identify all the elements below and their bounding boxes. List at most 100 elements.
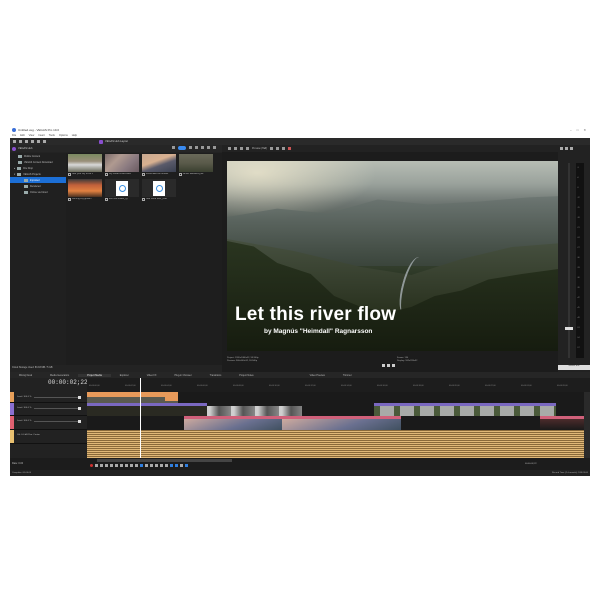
video-title-text: Let this river flow <box>235 304 397 325</box>
copy-snapshot-icon[interactable] <box>270 147 274 150</box>
tab-trimmer[interactable]: Trimmer <box>334 374 361 377</box>
split-icon[interactable] <box>240 147 243 150</box>
audio-clip[interactable] <box>331 430 584 458</box>
go-to-end-button[interactable] <box>125 464 128 467</box>
pause-button[interactable] <box>110 464 113 467</box>
split-tool[interactable] <box>155 464 158 467</box>
tab-project-notes[interactable]: Project Notes <box>230 374 262 377</box>
menu-help[interactable]: Help <box>72 134 77 137</box>
play-icon[interactable] <box>189 146 192 150</box>
envelope-tool[interactable] <box>145 464 148 467</box>
tab-transitions[interactable]: Transitions <box>201 374 231 377</box>
video-clip[interactable] <box>282 416 401 430</box>
level-slider[interactable] <box>78 420 81 423</box>
selection-tool[interactable] <box>150 464 153 467</box>
save-icon[interactable] <box>25 140 28 143</box>
menu-insert[interactable]: Insert <box>38 134 45 137</box>
tab-mixing-desk[interactable]: Mixing Desk <box>10 374 41 377</box>
go-to-start-button[interactable] <box>120 464 123 467</box>
track-header[interactable]: Level: 100.0 % <box>10 416 87 430</box>
loop-button[interactable] <box>95 464 98 467</box>
stop-button[interactable] <box>115 464 118 467</box>
tree-item-online-cloud[interactable]: Online via Cloud <box>10 189 66 195</box>
media-item[interactable]: drone lake cliff sunset <box>142 154 176 177</box>
normal-edit-tool[interactable] <box>140 464 143 467</box>
grid-icon[interactable] <box>282 147 286 150</box>
layout-selector[interactable]: VEGAS Hub Layout <box>99 139 128 144</box>
tab-plugin-chooser[interactable]: Plug-in Chooser <box>166 374 201 377</box>
redo-icon[interactable] <box>43 140 46 143</box>
pause-icon[interactable] <box>387 364 390 367</box>
display-size: Display: 592x333x32 <box>397 360 418 362</box>
auto-preview-icon[interactable] <box>201 146 204 150</box>
minimize-button[interactable]: – <box>570 128 572 132</box>
media-item[interactable]: new york city 2019 1 <box>68 154 102 177</box>
tab-media-generators[interactable]: Media Generators <box>41 374 78 377</box>
save-snapshot-icon[interactable] <box>276 147 280 150</box>
stop-icon[interactable] <box>392 364 395 367</box>
menu-view[interactable]: View <box>29 134 35 137</box>
video-clip[interactable] <box>374 403 556 416</box>
level-slider[interactable] <box>78 407 81 410</box>
menu-options[interactable]: Options <box>59 134 68 137</box>
record-icon[interactable] <box>288 147 292 150</box>
horizontal-scrollbar[interactable] <box>97 459 232 462</box>
snapping-toggle[interactable] <box>170 464 173 467</box>
track-header[interactable]: Level: 100.0 % <box>10 392 87 403</box>
media-item[interactable]: new voice over_final <box>142 179 176 202</box>
views-icon[interactable] <box>213 146 216 150</box>
preview-quality-select[interactable]: Preview (Half) <box>252 147 267 150</box>
menu-file[interactable]: File <box>12 134 16 137</box>
tab-video-fx[interactable]: Video FX <box>138 374 166 377</box>
menu-tools[interactable]: Tools <box>49 134 55 137</box>
auto-ripple-toggle[interactable] <box>175 464 178 467</box>
overlay-icon[interactable] <box>246 147 249 150</box>
media-item[interactable]: text font edited_rg <box>105 179 139 202</box>
fx-icon[interactable] <box>560 147 563 150</box>
play-button[interactable] <box>105 464 108 467</box>
settings-icon[interactable] <box>228 147 231 150</box>
next-frame-button[interactable] <box>135 464 138 467</box>
prev-frame-button[interactable] <box>130 464 133 467</box>
fx-badge[interactable] <box>165 397 178 401</box>
render-icon[interactable] <box>31 140 34 143</box>
tab-project-media[interactable]: Project Media <box>78 373 111 377</box>
undo-icon[interactable] <box>37 140 40 143</box>
refresh-icon[interactable] <box>207 146 210 150</box>
video-clip[interactable] <box>207 406 302 416</box>
level-slider[interactable] <box>78 396 81 399</box>
fx-icon[interactable] <box>234 147 237 150</box>
menu-edit[interactable]: Edit <box>20 134 24 137</box>
trim-end-tool[interactable] <box>165 464 168 467</box>
master-fader[interactable] <box>565 327 573 330</box>
video-clip[interactable] <box>87 403 207 416</box>
media-item[interactable]: winter wandering se <box>179 154 213 177</box>
solo-icon[interactable] <box>570 147 573 150</box>
view-toggle[interactable] <box>178 146 186 150</box>
mute-icon[interactable] <box>565 147 568 150</box>
folder-icon[interactable] <box>172 146 175 150</box>
tab-video-preview[interactable]: Video Preview <box>301 374 334 377</box>
vertical-scrollbar[interactable] <box>584 392 590 458</box>
lock-envelopes-toggle[interactable] <box>180 464 183 467</box>
record-button[interactable] <box>90 464 93 467</box>
maximize-button[interactable]: □ <box>577 128 579 132</box>
play-from-start-button[interactable] <box>100 464 103 467</box>
play-icon[interactable] <box>382 364 385 367</box>
media-item[interactable]: burning city grass c <box>68 179 102 202</box>
video-clip[interactable] <box>540 416 584 430</box>
track-header[interactable]: Vol: 0.0 dB Pan: Center <box>10 430 87 444</box>
time-ruler[interactable]: 00:00:00;00 00:00:02;00 00:00:04;00 00:00:0… <box>87 378 590 392</box>
audio-clip[interactable] <box>87 430 331 458</box>
playhead-cursor[interactable] <box>140 378 141 458</box>
new-icon[interactable] <box>13 140 16 143</box>
video-clip[interactable] <box>184 416 282 430</box>
track-header[interactable]: Level: 100.0 % <box>10 403 87 416</box>
open-icon[interactable] <box>19 140 22 143</box>
tab-explorer[interactable]: Explorer <box>111 374 138 377</box>
close-button[interactable]: ✕ <box>583 128 586 132</box>
crossfade-toggle[interactable] <box>185 464 188 467</box>
stop-icon[interactable] <box>195 146 198 150</box>
trim-start-tool[interactable] <box>160 464 163 467</box>
media-item[interactable]: city street crowd slow <box>105 154 139 177</box>
